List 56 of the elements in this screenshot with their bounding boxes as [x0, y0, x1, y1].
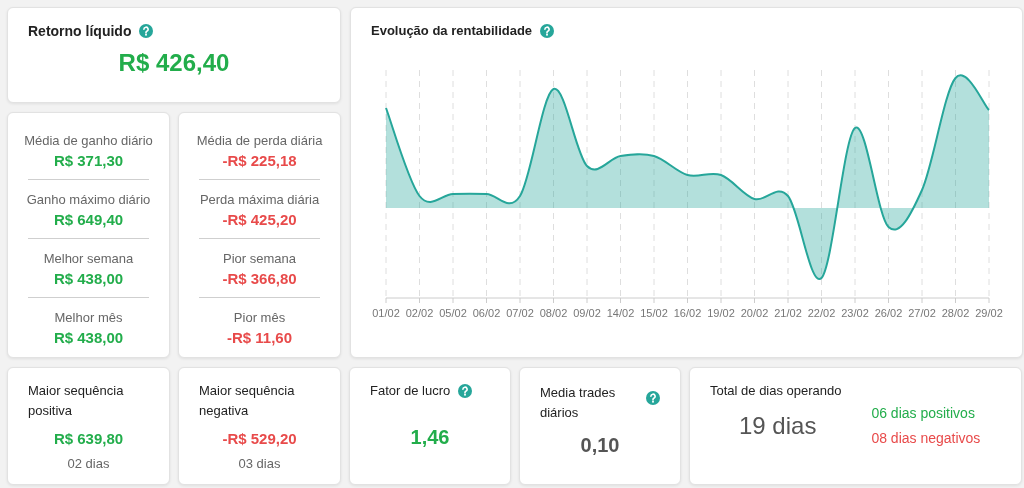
axis-label: 23/02: [841, 307, 869, 319]
stat-label: Pior mês: [233, 310, 286, 325]
axis-label: 27/02: [908, 307, 936, 319]
metric-value: 1,46: [410, 426, 450, 449]
axis-label: 07/02: [506, 307, 534, 319]
axis-label: 20/02: [740, 307, 769, 319]
axis-label: 09/02: [573, 307, 601, 319]
stat-label: Perda máxima diária: [199, 192, 320, 207]
card-title: Total de dias operando: [710, 382, 842, 400]
card-title: Maior sequência negativa: [199, 382, 296, 420]
sequence-value: -R$ 529,20: [222, 430, 297, 447]
stat-value: R$ 438,00: [53, 329, 124, 346]
stat-value: R$ 649,40: [53, 211, 124, 228]
chart-title: Evolução da rentabilidade: [371, 23, 533, 38]
axis-label: 16/02: [673, 307, 702, 319]
positive-days: 06 dias positivos: [871, 405, 981, 421]
axis-label: 05/02: [439, 307, 467, 319]
help-icon[interactable]: [646, 391, 660, 405]
help-icon[interactable]: [139, 24, 154, 38]
stat-value: -R$ 225,18: [222, 152, 297, 169]
net-return-value: R$ 426,40: [118, 49, 230, 76]
axis-label: 15/02: [640, 307, 668, 319]
negative-days: 08 dias negativos: [871, 430, 981, 446]
sequence-days: 03 dias: [238, 456, 281, 471]
axis-label: 19/02: [707, 307, 735, 319]
help-icon[interactable]: [540, 23, 555, 38]
stat-label: Pior semana: [223, 251, 296, 266]
stat-value: -R$ 425,20: [222, 211, 297, 228]
axis-label: 08/02: [539, 307, 568, 319]
axis-label: 21/02: [774, 307, 802, 319]
stat-label: Melhor mês: [54, 310, 123, 325]
card-title: Maior sequência positiva: [28, 382, 125, 420]
stat-label: Ganho máximo diário: [26, 192, 151, 207]
stat-label: Média de perda diária: [196, 133, 323, 148]
axis-label: 01/02: [372, 307, 400, 319]
axis-label: 14/02: [606, 307, 635, 319]
sequence-days: 02 dias: [67, 456, 110, 471]
stat-value: R$ 371,30: [53, 152, 124, 169]
metric-value: 0,10: [580, 434, 620, 457]
stat-label: Média de ganho diário: [24, 133, 153, 148]
axis-label: 02/02: [405, 307, 434, 319]
card-title: Media trades diários: [540, 384, 617, 422]
axis-label: 06/02: [472, 307, 501, 319]
days-total: 19 dias: [739, 411, 817, 440]
card-title: Fator de lucro: [370, 382, 451, 400]
stat-value: -R$ 11,60: [226, 329, 292, 346]
axis-label: 28/02: [941, 307, 970, 319]
stat-value: -R$ 366,80: [222, 270, 297, 287]
stat-value: R$ 438,00: [53, 270, 124, 287]
help-icon[interactable]: [458, 384, 473, 398]
stat-label: Melhor semana: [43, 251, 134, 266]
sequence-value: R$ 639,80: [53, 430, 124, 447]
card-title: Retorno líquido: [28, 23, 132, 39]
axis-label: 26/02: [874, 307, 903, 319]
axis-label: 29/02: [975, 307, 1003, 319]
axis-label: 22/02: [807, 307, 836, 319]
